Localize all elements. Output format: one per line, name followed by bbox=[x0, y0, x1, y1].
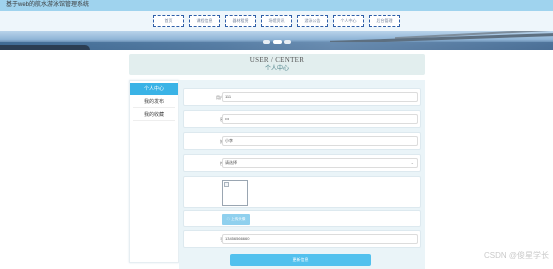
form-row-name: 姓名 小李 bbox=[183, 132, 421, 150]
header-title-en: USER / CENTER bbox=[249, 56, 305, 64]
sidebar-item-user-center[interactable]: 个人中心 bbox=[130, 83, 178, 95]
name-field[interactable]: 小李 bbox=[222, 136, 418, 146]
nav-item-notices[interactable]: 游泳公告 bbox=[297, 15, 328, 27]
nav-item-courses[interactable]: 课程信息 bbox=[189, 15, 220, 27]
carousel-dot-active[interactable] bbox=[273, 40, 282, 44]
sidebar-item-label: 我的发布 bbox=[143, 99, 164, 105]
page: 基于web的航水游泳馆管理系统 首页 课程信息 器材租赁 场馆资讯 游泳公告 个… bbox=[0, 0, 553, 269]
user-center-header: USER / CENTER 个人中心 bbox=[129, 54, 425, 75]
form-row-username: 用户名 111 bbox=[183, 88, 421, 106]
side-menu: 个人中心 我的发布 我的收藏 bbox=[129, 80, 179, 263]
upload-button-label: 上传头像 bbox=[231, 217, 246, 221]
top-nav: 首页 课程信息 器材租赁 场馆资讯 游泳公告 个人中心 后台管理 bbox=[0, 11, 553, 31]
banner-land-shape bbox=[0, 45, 90, 50]
update-info-button[interactable]: 更新信息 bbox=[230, 254, 371, 266]
sidebar-item-label: 我的收藏 bbox=[143, 112, 164, 118]
carousel-dot[interactable] bbox=[284, 40, 291, 44]
form-row-gender: 性别 请选择 ⌄ bbox=[183, 154, 421, 172]
upload-icon: ☁ bbox=[226, 217, 231, 221]
upload-avatar-button[interactable]: ☁ 上传头像 bbox=[222, 214, 250, 225]
nav-item-news[interactable]: 场馆资讯 bbox=[261, 15, 292, 27]
gender-select[interactable]: 请选择 ⌄ bbox=[222, 158, 418, 168]
title-bar: 基于web的航水游泳馆管理系统 bbox=[0, 0, 553, 11]
carousel-dot[interactable] bbox=[263, 40, 270, 44]
form-row-password: 密码 ••• bbox=[183, 110, 421, 128]
nav-item-home[interactable]: 首页 bbox=[153, 15, 184, 27]
form-row-avatar bbox=[183, 176, 421, 208]
watermark: CSDN @俊星学长 bbox=[483, 251, 549, 260]
nav-item-user-center[interactable]: 个人中心 bbox=[333, 15, 364, 27]
sidebar-item-my-posts[interactable]: 我的发布 bbox=[130, 96, 178, 108]
site-title: 基于web的航水游泳馆管理系统 bbox=[6, 2, 90, 8]
menu-divider bbox=[133, 107, 175, 108]
sidebar-item-my-favorites[interactable]: 我的收藏 bbox=[130, 109, 178, 121]
menu-divider bbox=[133, 120, 175, 121]
header-title-cn: 个人中心 bbox=[264, 66, 289, 72]
carousel-indicators bbox=[263, 40, 291, 46]
avatar-image bbox=[222, 180, 248, 206]
broken-image-icon bbox=[224, 182, 229, 187]
profile-form: 用户名 111 密码 ••• 姓名 小李 性别 请选择 ⌄ ☁ 上 bbox=[179, 80, 425, 269]
password-field[interactable]: ••• bbox=[222, 114, 418, 124]
gender-select-value: 请选择 bbox=[225, 160, 237, 165]
form-row-upload: ☁ 上传头像 bbox=[183, 210, 421, 227]
nav-item-admin[interactable]: 后台管理 bbox=[369, 15, 400, 27]
nav-item-equipment[interactable]: 器材租赁 bbox=[225, 15, 256, 27]
chevron-down-icon: ⌄ bbox=[410, 160, 414, 165]
phone-field[interactable]: 13456566660 bbox=[222, 234, 418, 244]
username-field[interactable]: 111 bbox=[222, 92, 418, 102]
form-row-phone: 手机 13456566660 bbox=[183, 230, 421, 248]
